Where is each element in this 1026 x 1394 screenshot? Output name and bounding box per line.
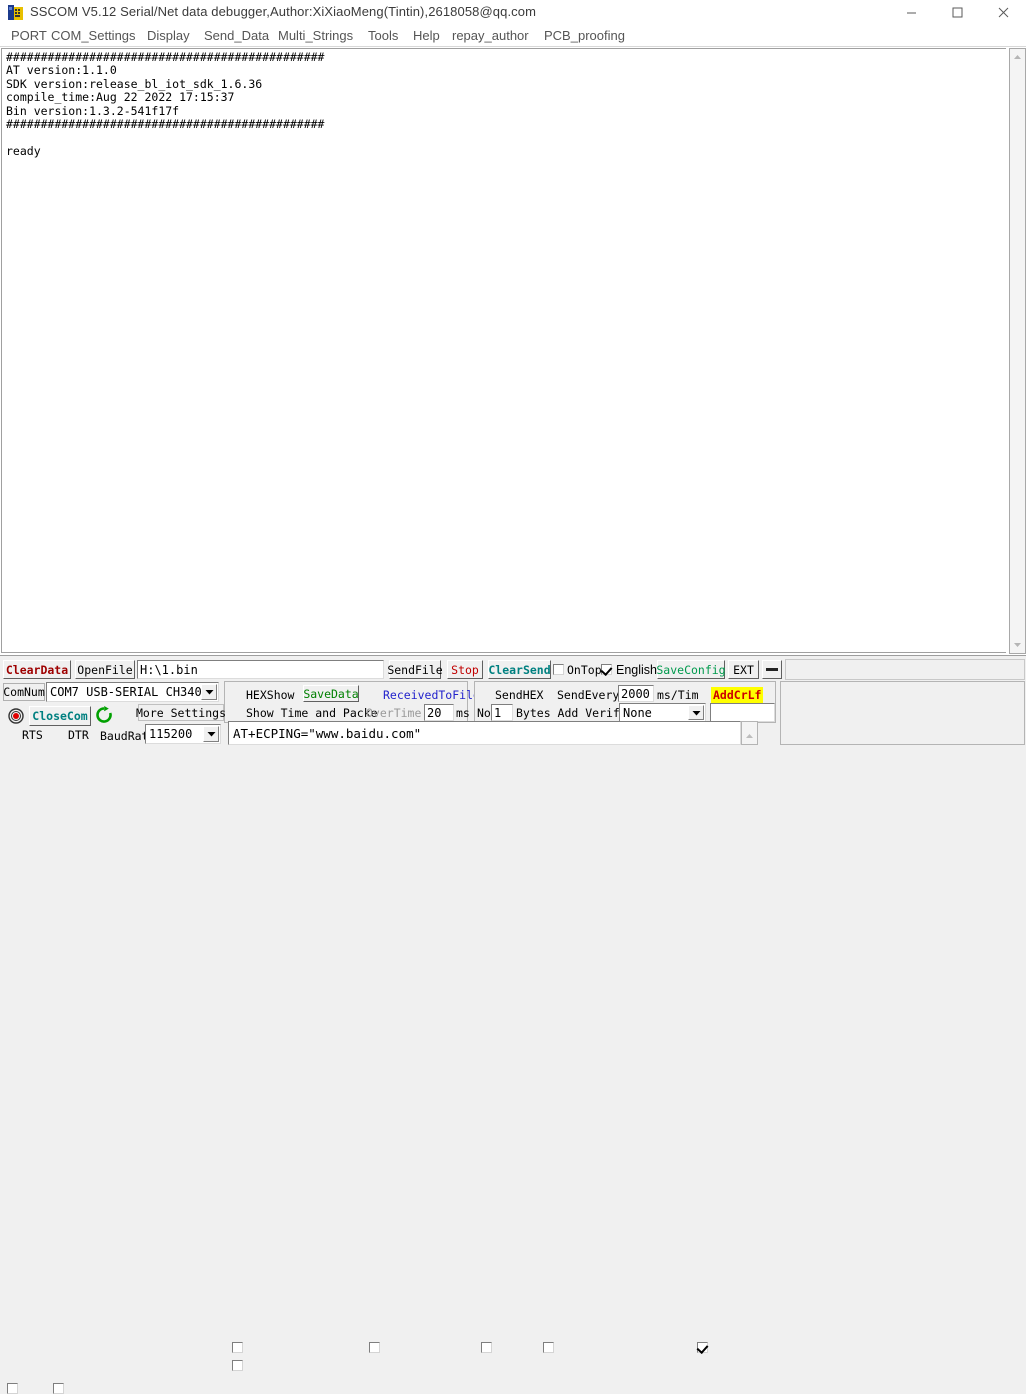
- menu-item-port[interactable]: PORT: [8, 27, 50, 45]
- refresh-icon[interactable]: [95, 706, 113, 724]
- send-file-button[interactable]: SendFile: [387, 660, 443, 679]
- maximize-icon[interactable]: [934, 0, 980, 25]
- received-to-file-checkbox[interactable]: [369, 1342, 380, 1353]
- com-port-value: COM7 USB-SERIAL CH340: [50, 685, 202, 699]
- english-checkbox[interactable]: [601, 664, 612, 675]
- sscom-window: SSCOM V5.12 Serial/Net data debugger,Aut…: [0, 0, 1026, 1394]
- send-every-checkbox[interactable]: [543, 1342, 554, 1353]
- title-bar: SSCOM V5.12 Serial/Net data debugger,Aut…: [0, 0, 1026, 25]
- clear-data-button[interactable]: ClearData: [3, 660, 71, 679]
- over-time-label: OverTime:: [366, 706, 429, 720]
- save-config-button[interactable]: SaveConfig: [656, 660, 726, 679]
- english-label: English: [616, 663, 657, 677]
- receive-area: ########################################…: [0, 47, 1026, 655]
- app-icon: [7, 4, 24, 21]
- rts-checkbox[interactable]: [7, 1383, 18, 1394]
- more-settings-button[interactable]: More Settings: [136, 704, 226, 721]
- baud-rate-value: 115200: [149, 727, 193, 741]
- on-top-checkbox[interactable]: [553, 664, 564, 675]
- on-top-label: OnTop: [567, 663, 602, 677]
- chevron-down-icon[interactable]: [201, 684, 217, 700]
- no-label: No: [477, 706, 491, 720]
- send-text-scrollbar[interactable]: [741, 721, 758, 745]
- send-hex-checkbox[interactable]: [481, 1342, 492, 1353]
- hex-show-label: HEXShow: [246, 688, 295, 702]
- rts-label: RTS: [22, 728, 43, 742]
- verify-select[interactable]: None: [619, 703, 706, 722]
- file-path-input[interactable]: H:\1.bin: [137, 660, 384, 679]
- show-time-label: Show Time and Packe: [246, 706, 378, 720]
- over-time-input[interactable]: 20: [424, 704, 454, 721]
- menu-item-help[interactable]: Help: [410, 27, 443, 45]
- add-crlf-label: AddCrLf: [711, 687, 764, 703]
- terminal-output[interactable]: ########################################…: [1, 48, 1006, 653]
- menu-item-send-data[interactable]: Send_Data: [201, 27, 272, 45]
- send-scroll-up-arrow[interactable]: [745, 728, 754, 742]
- save-data-button[interactable]: SaveData: [303, 685, 359, 702]
- bytes-add-verify-label: Bytes Add Verify:: [516, 706, 634, 720]
- control-panel: ClearData OpenFile H:\1.bin SendFile Sto…: [0, 655, 1026, 1394]
- chevron-down-icon-3[interactable]: [203, 726, 219, 742]
- collapse-icon[interactable]: [762, 660, 782, 679]
- open-file-button[interactable]: OpenFile: [75, 660, 135, 679]
- com-num-label: ComNum: [3, 683, 45, 701]
- scroll-down-arrow[interactable]: [1010, 637, 1025, 653]
- menu-item-display[interactable]: Display: [144, 27, 193, 45]
- send-every-label: SendEvery:: [557, 688, 627, 702]
- minimize-icon[interactable]: [888, 0, 934, 25]
- status-led-icon: [8, 708, 24, 724]
- multi-string-panel: [780, 681, 1025, 745]
- menu-item-repay-author[interactable]: repay_author: [449, 27, 532, 45]
- close-com-button[interactable]: CloseCom: [29, 706, 91, 726]
- send-hex-label: SendHEX: [495, 688, 544, 702]
- send-text-input[interactable]: AT+ECPING="www.baidu.com": [228, 721, 741, 745]
- chevron-down-icon-2[interactable]: [688, 705, 704, 720]
- show-time-checkbox[interactable]: [232, 1360, 243, 1371]
- terminal-vertical-scrollbar[interactable]: [1009, 48, 1026, 654]
- over-time-unit: ms: [456, 706, 470, 720]
- toolbar-right-spacer: [785, 659, 1025, 680]
- clear-send-button[interactable]: ClearSend: [488, 660, 551, 679]
- dtr-label: DTR: [68, 728, 89, 742]
- ms-tim-label: ms/Tim: [657, 688, 699, 702]
- no-input[interactable]: 1: [491, 704, 513, 721]
- received-to-file-label: ReceivedToFile: [383, 688, 480, 702]
- menu-item-com-settings[interactable]: COM_Settings: [48, 27, 139, 45]
- send-every-input[interactable]: 2000: [618, 685, 654, 702]
- baud-rate-select[interactable]: 115200: [145, 724, 221, 744]
- com-port-select[interactable]: COM7 USB-SERIAL CH340: [46, 682, 219, 702]
- menu-item-multi-strings[interactable]: Multi_Strings: [275, 27, 356, 45]
- menu-item-pcb-proofing[interactable]: PCB_proofing: [541, 27, 628, 45]
- verify-value: None: [623, 705, 652, 720]
- add-crlf-checkbox[interactable]: [697, 1342, 708, 1353]
- ext-button[interactable]: EXT: [728, 660, 759, 679]
- terminal-text: ########################################…: [6, 50, 325, 158]
- verify-result-field[interactable]: [710, 703, 775, 722]
- menu-item-tools[interactable]: Tools: [365, 27, 401, 45]
- close-icon[interactable]: [980, 0, 1026, 25]
- hex-show-checkbox[interactable]: [232, 1342, 243, 1353]
- dtr-checkbox[interactable]: [53, 1383, 64, 1394]
- window-title: SSCOM V5.12 Serial/Net data debugger,Aut…: [30, 4, 537, 19]
- menu-bar: PORT COM_Settings Display Send_Data Mult…: [0, 25, 1026, 47]
- stop-button[interactable]: Stop: [447, 660, 483, 679]
- scroll-up-arrow[interactable]: [1010, 49, 1025, 65]
